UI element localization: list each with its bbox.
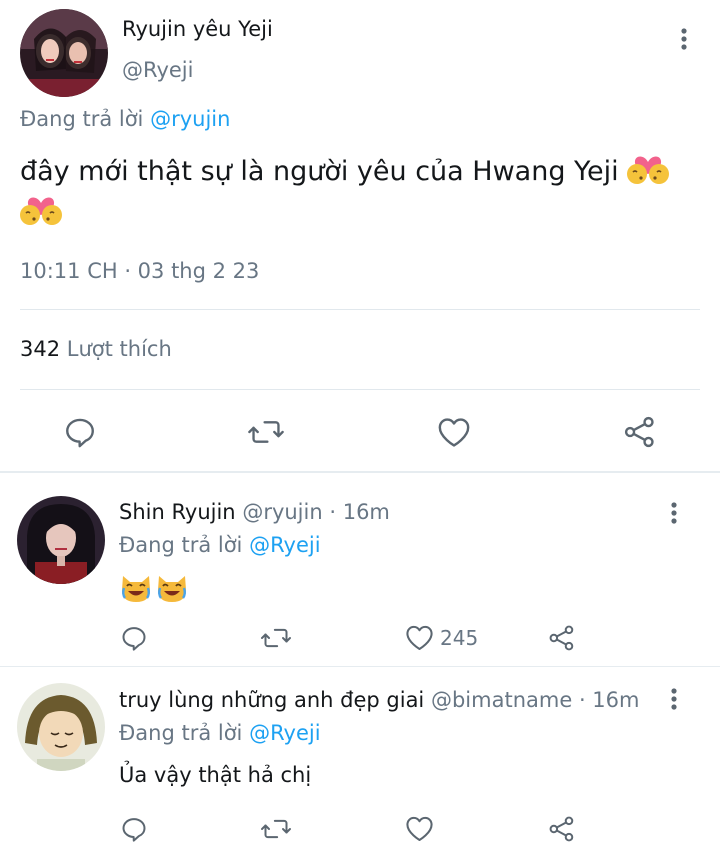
retweet-button[interactable] — [260, 815, 292, 843]
share-icon[interactable] — [548, 624, 576, 652]
divider — [20, 309, 700, 310]
reply-context: Đang trả lời @Ryeji — [119, 721, 321, 745]
reply-to-link[interactable]: @ryujin — [150, 107, 230, 131]
retweet-button[interactable] — [260, 624, 292, 652]
reply-to-link[interactable]: @Ryeji — [249, 721, 320, 745]
section-divider — [0, 471, 720, 473]
share-button[interactable] — [548, 624, 576, 652]
reply-icon[interactable] — [62, 414, 98, 450]
like-count: 245 — [440, 625, 479, 650]
heart-icon[interactable] — [405, 624, 434, 651]
reply-prefix: Đang trả lời — [119, 721, 243, 745]
display-name[interactable]: truy lùng những anh đẹp giai — [119, 688, 424, 712]
user-handle[interactable]: @ryujin — [242, 500, 322, 524]
reply-context: Đang trả lời @ryujin — [20, 107, 230, 131]
reply-time: · 16m — [578, 688, 640, 712]
reply-to-link[interactable]: @Ryeji — [249, 533, 320, 557]
more-options-icon[interactable] — [674, 24, 694, 54]
avatar[interactable] — [20, 9, 108, 97]
share-icon[interactable] — [548, 815, 576, 843]
reply-emojis — [119, 572, 189, 604]
tweet-text: đây mới thật sự là người yêu của Hwang Y… — [20, 150, 690, 232]
share-icon[interactable] — [622, 414, 658, 450]
more-options-icon[interactable] — [664, 684, 684, 714]
reply-icon[interactable] — [120, 624, 148, 652]
section-divider — [0, 666, 720, 667]
user-handle[interactable]: @Ryeji — [122, 58, 193, 82]
retweet-icon[interactable] — [260, 815, 292, 843]
more-options-icon[interactable] — [664, 498, 684, 528]
like-stats[interactable]: 342 Lượt thích — [20, 337, 172, 361]
kissing-couple-emoji — [627, 150, 670, 186]
display-name[interactable]: Ryujin yêu Yeji — [122, 17, 273, 41]
reply-prefix: Đang trả lời — [20, 107, 144, 131]
reply-header: Shin Ryujin @ryujin · 16m — [119, 500, 390, 524]
user-handle[interactable]: @bimatname — [431, 688, 572, 712]
avatar[interactable] — [17, 496, 105, 584]
grinning-cat-emoji — [119, 572, 153, 604]
heart-icon[interactable] — [405, 815, 434, 842]
reply-context: Đang trả lời @Ryeji — [119, 533, 321, 557]
avatar[interactable] — [17, 683, 105, 771]
grinning-cat-emoji — [155, 572, 189, 604]
display-name[interactable]: Shin Ryujin — [119, 500, 236, 524]
share-button[interactable] — [548, 815, 576, 843]
reply-header: truy lùng những anh đẹp giai @bimatname … — [119, 688, 639, 712]
like-count: 342 — [20, 337, 61, 361]
kissing-couple-emoji — [20, 191, 62, 227]
reply-button[interactable] — [120, 815, 148, 843]
like-button[interactable] — [405, 815, 440, 842]
reply-text: Ủa vậy thật hả chị — [119, 763, 312, 787]
tweet-timestamp[interactable]: 10:11 CH · 03 thg 2 23 — [20, 259, 259, 283]
reply-icon[interactable] — [120, 815, 148, 843]
retweet-icon[interactable] — [248, 414, 284, 450]
reply-prefix: Đang trả lời — [119, 533, 243, 557]
retweet-icon[interactable] — [260, 624, 292, 652]
tweet-body: đây mới thật sự là người yêu của Hwang Y… — [20, 156, 619, 187]
divider — [20, 389, 700, 390]
heart-icon[interactable] — [436, 414, 472, 450]
like-button[interactable]: 245 — [405, 624, 478, 651]
reply-time: · 16m — [329, 500, 390, 524]
like-label: Lượt thích — [66, 337, 172, 361]
reply-button[interactable] — [120, 624, 148, 652]
